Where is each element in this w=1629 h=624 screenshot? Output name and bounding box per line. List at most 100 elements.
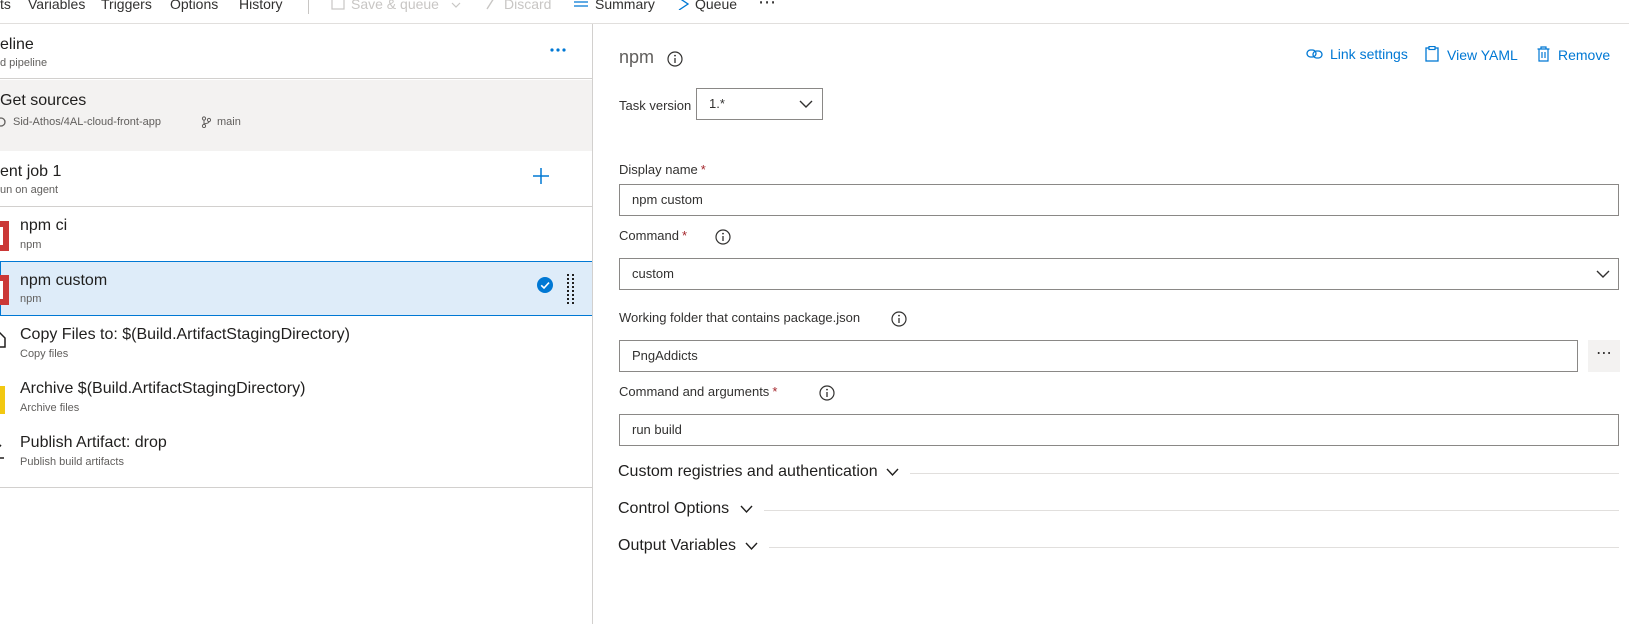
command-arguments-value: run build bbox=[632, 422, 682, 437]
pipeline-title: eline bbox=[0, 36, 34, 53]
repository-name: Sid-Athos/4AL-cloud-front-app bbox=[13, 116, 161, 128]
task-subtitle: Copy files bbox=[20, 348, 69, 360]
section-divider bbox=[764, 510, 1619, 511]
save-queue-label: Save & queue bbox=[351, 0, 439, 12]
more-options-icon[interactable] bbox=[550, 48, 566, 52]
drag-handle-icon[interactable] bbox=[567, 274, 575, 304]
task-subtitle: Publish build artifacts bbox=[20, 456, 124, 468]
github-icon bbox=[0, 117, 6, 127]
chevron-down-icon bbox=[799, 100, 813, 108]
link-settings-label: Link settings bbox=[1330, 46, 1408, 62]
tab-triggers[interactable]: Triggers bbox=[101, 0, 152, 12]
top-toolbar: ts Variables Triggers Options History Sa… bbox=[0, 0, 1629, 24]
queue-label: Queue bbox=[695, 0, 738, 12]
browse-folder-button[interactable]: ⋯ bbox=[1588, 340, 1620, 372]
task-item-npm-custom[interactable]: npm custom npm bbox=[0, 261, 592, 316]
section-divider bbox=[769, 547, 1619, 548]
pipeline-header[interactable]: eline d pipeline bbox=[0, 24, 592, 79]
pencil-icon bbox=[486, 0, 494, 10]
tab-variables[interactable]: Variables bbox=[28, 0, 85, 12]
info-icon[interactable] bbox=[891, 311, 907, 327]
agent-job-title: ent job 1 bbox=[0, 163, 62, 180]
summary-button[interactable]: Summary bbox=[573, 0, 655, 12]
agent-job-item[interactable]: ent job 1 un on agent bbox=[0, 151, 592, 207]
trash-icon bbox=[1537, 46, 1550, 62]
command-select[interactable]: custom bbox=[619, 258, 1619, 290]
task-version-label: Task version bbox=[619, 98, 692, 113]
copy-files-icon bbox=[0, 332, 6, 348]
info-icon[interactable] bbox=[667, 51, 683, 67]
section-title: Output Variables bbox=[618, 537, 736, 554]
tab-history[interactable]: History bbox=[239, 0, 283, 12]
task-list-divider bbox=[0, 487, 592, 488]
command-label: Command * bbox=[619, 228, 688, 243]
task-subtitle: Archive files bbox=[20, 402, 80, 414]
discard-label: Discard bbox=[504, 0, 552, 12]
command-value: custom bbox=[632, 266, 674, 281]
working-folder-label: Working folder that contains package.jso… bbox=[619, 310, 861, 325]
archive-icon bbox=[0, 386, 5, 414]
save-icon bbox=[331, 0, 345, 10]
chevron-down-icon bbox=[745, 542, 758, 551]
view-yaml-label: View YAML bbox=[1447, 47, 1518, 63]
task-subtitle: npm bbox=[20, 293, 42, 305]
task-title: Archive $(Build.ArtifactStagingDirectory… bbox=[20, 380, 306, 397]
save-queue-button[interactable]: Save & queue bbox=[331, 0, 461, 12]
task-item-publish-artifact[interactable]: Publish Artifact: drop Publish build art… bbox=[0, 424, 592, 480]
task-title: npm custom bbox=[20, 272, 108, 289]
section-title: Custom registries and authentication bbox=[618, 463, 878, 480]
link-icon bbox=[1306, 49, 1323, 59]
publish-artifact-icon bbox=[0, 444, 4, 459]
remove-label: Remove bbox=[1558, 47, 1611, 63]
required-marker: * bbox=[772, 384, 778, 399]
summary-label: Summary bbox=[595, 0, 655, 12]
queue-button[interactable]: Queue bbox=[677, 0, 737, 12]
task-version-select[interactable]: 1.* bbox=[696, 88, 823, 120]
view-yaml-button[interactable]: View YAML bbox=[1425, 45, 1518, 63]
task-title: Publish Artifact: drop bbox=[20, 434, 167, 451]
display-name-label: Display name * bbox=[619, 162, 706, 177]
more-actions-button[interactable]: ⋯ bbox=[758, 0, 776, 13]
info-icon[interactable] bbox=[819, 385, 835, 401]
link-settings-button[interactable]: Link settings bbox=[1306, 46, 1408, 62]
branch-icon bbox=[201, 116, 211, 128]
checkmark-circle-icon bbox=[537, 277, 553, 293]
discard-button[interactable]: Discard bbox=[486, 0, 551, 12]
agent-job-subtitle: un on agent bbox=[0, 184, 59, 196]
chevron-down-icon bbox=[1596, 270, 1610, 278]
display-name-field[interactable]: npm custom bbox=[619, 184, 1619, 216]
working-folder-field[interactable]: PngAddicts bbox=[619, 340, 1578, 372]
command-arguments-label: Command and arguments * bbox=[619, 384, 778, 399]
working-folder-value: PngAddicts bbox=[632, 348, 698, 363]
task-detail-title: npm bbox=[619, 47, 655, 67]
task-item-archive[interactable]: Archive $(Build.ArtifactStagingDirectory… bbox=[0, 370, 592, 426]
task-title: Copy Files to: $(Build.ArtifactStagingDi… bbox=[20, 326, 350, 343]
pipeline-subtitle: d pipeline bbox=[0, 57, 48, 69]
npm-icon bbox=[0, 221, 9, 251]
branch-name: main bbox=[217, 116, 241, 128]
display-name-value: npm custom bbox=[632, 192, 703, 207]
task-item-copy-files[interactable]: Copy Files to: $(Build.ArtifactStagingDi… bbox=[0, 316, 592, 372]
task-item-npm-ci[interactable]: npm ci npm bbox=[0, 207, 592, 263]
command-arguments-field[interactable]: run build bbox=[619, 414, 1619, 446]
chevron-down-icon bbox=[886, 468, 899, 477]
toolbar-divider bbox=[308, 0, 309, 14]
info-icon[interactable] bbox=[715, 229, 731, 245]
list-icon bbox=[574, 1, 588, 7]
task-version-value: 1.* bbox=[709, 96, 725, 111]
get-sources-item[interactable]: Get sources Sid-Athos/4AL-cloud-front-ap… bbox=[0, 80, 592, 151]
task-details-pane: npm Link settings View YAML Remove Task … bbox=[594, 24, 1629, 624]
play-icon bbox=[678, 0, 690, 11]
tab-tasks[interactable]: ts bbox=[0, 0, 11, 12]
chevron-down-icon bbox=[740, 505, 753, 514]
tab-options[interactable]: Options bbox=[170, 0, 218, 12]
npm-icon bbox=[0, 275, 9, 305]
task-subtitle: npm bbox=[20, 239, 42, 251]
section-title: Control Options bbox=[618, 500, 730, 517]
task-title: npm ci bbox=[20, 217, 68, 234]
get-sources-title: Get sources bbox=[0, 92, 87, 109]
add-task-icon[interactable] bbox=[532, 167, 550, 185]
chevron-down-icon bbox=[451, 2, 461, 9]
required-marker: * bbox=[681, 228, 688, 243]
remove-button[interactable]: Remove bbox=[1537, 46, 1610, 63]
